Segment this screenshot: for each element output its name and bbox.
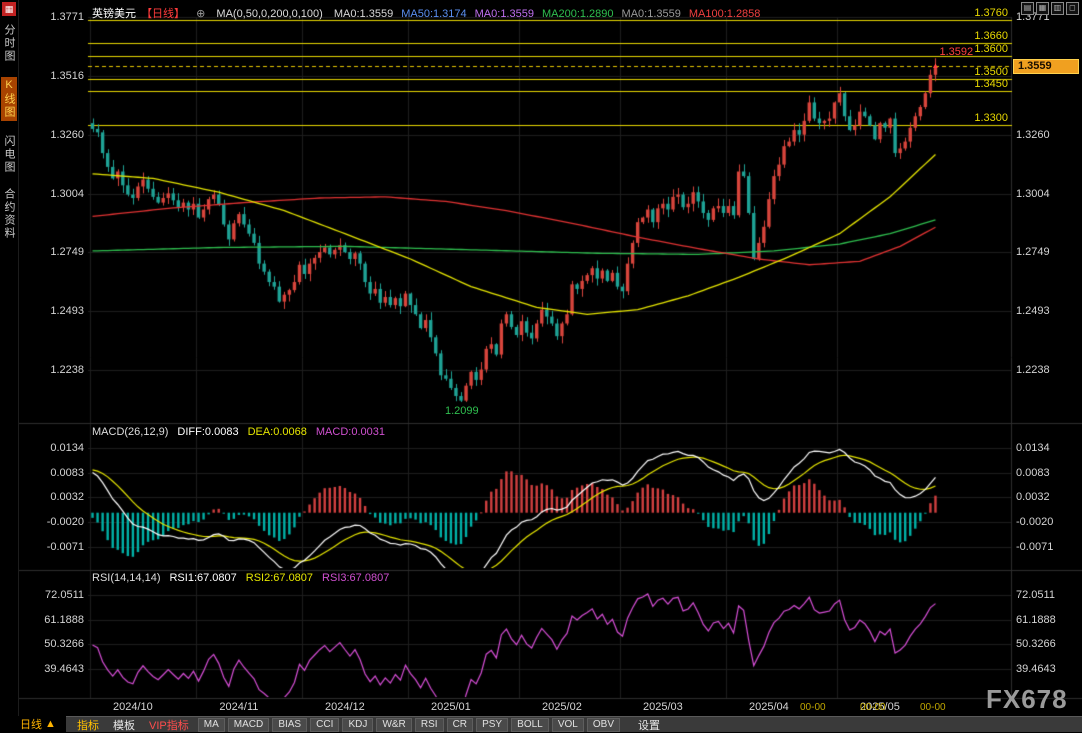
tab-vip-indicators[interactable]: VIP指标 — [144, 717, 194, 733]
indicator-button-cr[interactable]: CR — [447, 718, 473, 732]
footer-period-label: 日线 — [20, 716, 42, 732]
rsi-legend-values: RSI1:67.0807 RSI2:67.0807 RSI3:67.0807 — [169, 572, 398, 584]
macd-legend: MACD(26,12,9) DIFF:0.0083 DEA:0.0068 MACD:0… — [92, 426, 403, 438]
rsi-settings-label: RSI(14,14,14) — [92, 572, 160, 584]
rsi-legend-value: RSI1:67.0807 — [169, 572, 236, 584]
rsi-legend-value: RSI2:67.0807 — [246, 572, 313, 584]
macd-legend-values: DIFF:0.0083 DEA:0.0068 MACD:0.0031 — [177, 426, 394, 438]
sidebar-tab-candlestick[interactable]: K线图 — [1, 77, 17, 121]
chart-layout-columns-icon[interactable]: ▥ — [1051, 2, 1064, 15]
ma-settings-label: MA(0,50,0,200,0,100) — [216, 8, 322, 20]
indicator-button-psy[interactable]: PSY — [476, 718, 508, 732]
indicator-button-wr[interactable]: W&R — [376, 718, 411, 732]
indicator-button-obv[interactable]: OBV — [587, 718, 620, 732]
fx678-watermark: FX678 — [986, 684, 1068, 715]
settings-button[interactable]: 设置 — [638, 717, 660, 733]
rsi-legend-value: RSI3:67.0807 — [322, 572, 389, 584]
macd-legend-value: MACD:0.0031 — [316, 426, 385, 438]
period-up-arrow-icon: ▲ — [45, 718, 56, 730]
indicator-button-boll[interactable]: BOLL — [511, 718, 549, 732]
ma-legend-value: MA200:1.2890 — [542, 8, 614, 20]
sidebar-tab-timeline[interactable]: 分时图 — [1, 24, 17, 63]
period-tag: 【日线】 — [141, 8, 185, 20]
macd-legend-value: DIFF:0.0083 — [177, 426, 238, 438]
sidebar-tab-contract-info[interactable]: 合约资料 — [1, 188, 17, 240]
zoom-plus-icon[interactable]: ⊕ — [196, 8, 205, 20]
macd-settings-label: MACD(26,12,9) — [92, 426, 168, 438]
indicator-button-rsi[interactable]: RSI — [415, 718, 444, 732]
sidebar-tab-lightning[interactable]: 闪电图 — [1, 135, 17, 174]
indicator-buttons: MA MACD BIAS CCI KDJ W&R RSI CR PSY BOLL… — [198, 718, 620, 732]
low-price-label: 1.2099 — [445, 405, 479, 417]
footer-period-selector[interactable]: 日线 ▲ — [0, 716, 66, 732]
chart-layout-grid-icon[interactable]: ▦ — [1036, 2, 1049, 15]
ma-legend-value: MA0:1.3559 — [475, 8, 534, 20]
current-price-badge: 1.3559 — [1013, 59, 1079, 74]
chart-canvas[interactable] — [0, 0, 1082, 732]
indicator-button-vol[interactable]: VOL — [552, 718, 584, 732]
indicator-button-cci[interactable]: CCI — [310, 718, 339, 732]
tab-indicators[interactable]: 指标 — [72, 717, 104, 733]
symbol-name: 英镑美元 — [92, 8, 136, 20]
chart-layout-single-icon[interactable]: ▤ — [1021, 2, 1034, 15]
chart-maximize-icon[interactable]: ◻ — [1066, 2, 1079, 15]
high-price-label: 1.3592 — [939, 46, 973, 58]
ma-legend-value: MA100:1.2858 — [689, 8, 761, 20]
ma-legend-value: MA50:1.3174 — [401, 8, 466, 20]
titlebar-icons: ▤ ▦ ▥ ◻ — [1021, 2, 1079, 15]
indicator-toolbar: 指标 模板 VIP指标 MA MACD BIAS CCI KDJ W&R RSI… — [66, 716, 1082, 732]
indicator-button-macd[interactable]: MACD — [228, 718, 269, 732]
chart-legend: 英镑美元 【日线】 ⊕ MA(0,50,0,200,0,100) MA0:1.3… — [92, 5, 776, 21]
indicator-button-ma[interactable]: MA — [198, 718, 225, 732]
tab-templates[interactable]: 模板 — [108, 717, 140, 733]
bottom-toolbar: 日线 ▲ 指标 模板 VIP指标 MA MACD BIAS CCI KDJ W&… — [0, 716, 1082, 732]
indicator-button-bias[interactable]: BIAS — [272, 718, 307, 732]
indicator-button-kdj[interactable]: KDJ — [342, 718, 373, 732]
last-bar-marker-icon: ▲ — [931, 61, 939, 70]
ma-legend-value: MA0:1.3559 — [622, 8, 681, 20]
app-grid-icon[interactable]: ▦ — [2, 2, 16, 16]
macd-legend-value: DEA:0.0068 — [248, 426, 307, 438]
left-sidebar: ▦ 分时图 K线图 闪电图 合约资料 — [0, 0, 19, 732]
rsi-legend: RSI(14,14,14)RSI1:67.0807RSI2:67.0807RSI… — [92, 572, 407, 584]
ma-legend-value: MA0:1.3559 — [334, 8, 393, 20]
ma-legend-values: MA0:1.3559 MA50:1.3174 MA0:1.3559 MA200:1.2… — [334, 8, 769, 20]
